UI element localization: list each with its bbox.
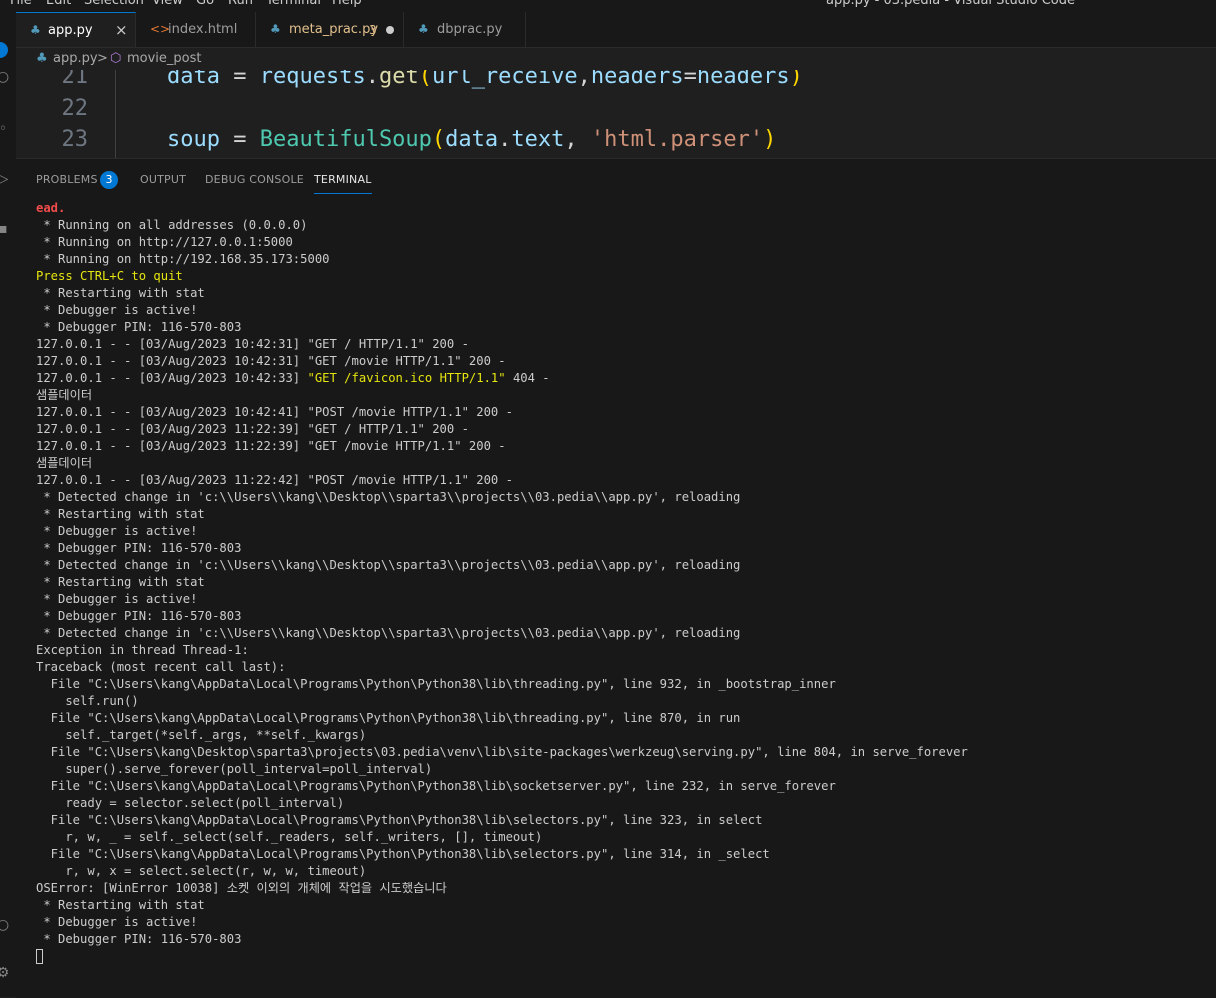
tab-debug-console[interactable]: DEBUG CONSOLE [205,173,304,187]
code-line[interactable]: data = requests.get(url_receive,headers=… [167,70,803,89]
source-control-icon[interactable]: ◦ [0,120,12,138]
terminal-line: * Debugger PIN: 116-570-803 [36,320,242,334]
terminal-line: * Restarting with stat [36,575,205,589]
terminal-line: File "C:\Users\kang\AppData\Local\Progra… [36,813,763,827]
panel-tab-bar: PROBLEMS 3 OUTPUT DEBUG CONSOLE TERMINAL [16,159,1216,197]
breadcrumb-file[interactable]: app.py [53,51,98,67]
terminal-line: 샘플데이터 [36,456,93,470]
bottom-panel: PROBLEMS 3 OUTPUT DEBUG CONSOLE TERMINAL… [16,158,1216,998]
menu-run[interactable]: Run [228,0,253,8]
terminal-line: 127.0.0.1 - - [03/Aug/2023 11:22:39] "GE… [36,422,469,436]
terminal-line: * Debugger PIN: 116-570-803 [36,932,242,946]
menu-view[interactable]: View [152,0,183,8]
python-file-icon: ♣ [30,23,41,37]
tab-label: app.py [48,23,93,38]
tab-label: dbprac.py [437,22,503,37]
terminal-line: r, w, x = select.select(r, w, w, timeout… [36,864,367,878]
indent-guide [115,70,116,158]
method-icon: ⬡ [110,51,122,66]
terminal-line: * Restarting with stat [36,286,205,300]
tab-problems[interactable]: PROBLEMS [36,173,98,187]
tab-app-py[interactable]: ♣ app.py × [16,12,136,47]
menu-help[interactable]: Help [332,0,362,8]
terminal-line: * Restarting with stat [36,507,205,521]
activity-bar: ○ ◦ ▷ ▪ ○ ⚙ [0,12,17,997]
menu-file[interactable]: File [10,0,32,8]
menu-selection[interactable]: Selection [84,0,144,8]
terminal-line: 127.0.0.1 - - [03/Aug/2023 10:42:31] "GE… [36,337,469,351]
tab-label: meta_prac.py [289,22,379,37]
window-title: app.py - 03.pedia - Visual Studio Code [826,0,1075,8]
editor-tab-bar: ♣ app.py × <> index.html ♣ meta_prac.py … [16,12,1216,48]
terminal-line: 샘플데이터 [36,388,93,402]
terminal-line: r, w, _ = self._select(self._readers, se… [36,830,543,844]
terminal-line: self.run() [36,694,139,708]
menu-terminal[interactable]: Terminal [266,0,321,8]
terminal-line: * Detected change in 'c:\\Users\\kang\\D… [36,558,741,572]
terminal-cursor [36,949,43,964]
terminal-line: * Running on http://127.0.0.1:5000 [36,235,293,249]
code-line[interactable]: soup = BeautifulSoup(data.text, 'html.pa… [167,127,776,152]
code-editor[interactable]: 21 data = requests.get(url_receive,heade… [16,70,1216,158]
search-icon[interactable]: ○ [0,68,12,86]
account-icon[interactable]: ○ [0,916,12,934]
terminal-line: 127.0.0.1 - - [03/Aug/2023 10:42:31] "GE… [36,354,506,368]
terminal-line: * Debugger is active! [36,303,198,317]
extensions-icon[interactable]: ▪ [0,220,12,238]
terminal-line: File "C:\Users\kang\AppData\Local\Progra… [36,677,836,691]
tab-meta-prac-py[interactable]: ♣ meta_prac.py 3 [256,12,404,47]
terminal-line: * Debugger is active! [36,915,198,929]
modified-dot-icon[interactable] [386,26,394,34]
breadcrumb-separator: > [97,51,108,66]
terminal-line: * Running on all addresses (0.0.0.0) [36,218,308,232]
terminal-line: * Running on http://192.168.35.173:5000 [36,252,330,266]
terminal-line: super().serve_forever(poll_interval=poll… [36,762,433,776]
python-file-icon: ♣ [270,22,281,36]
python-file-icon: ♣ [418,22,429,36]
terminal-line: * Debugger PIN: 116-570-803 [36,541,242,555]
terminal-line: ead. [36,201,66,215]
terminal-line: File "C:\Users\kang\AppData\Local\Progra… [36,711,741,725]
terminal-line: * Detected change in 'c:\\Users\\kang\\D… [36,490,741,504]
terminal-line: * Debugger is active! [36,524,198,538]
terminal-line: 127.0.0.1 - - [03/Aug/2023 10:42:33] "GE… [36,371,550,385]
terminal-highlight: "GET /favicon.ico HTTP/1.1" [307,371,506,385]
terminal-line: * Debugger is active! [36,592,198,606]
line-number: 21 [61,70,89,89]
close-icon[interactable]: × [115,21,128,39]
menu-edit[interactable]: Edit [46,0,71,8]
terminal-line: File "C:\Users\kang\AppData\Local\Progra… [36,779,836,793]
terminal-line: Traceback (most recent call last): [36,660,286,674]
menu-bar: File Edit Selection View Go Run Terminal… [0,0,1216,12]
terminal-line: ready = selector.select(poll_interval) [36,796,345,810]
terminal-line: 127.0.0.1 - - [03/Aug/2023 10:42:41] "PO… [36,405,513,419]
terminal-line: Exception in thread Thread-1: [36,643,249,657]
problems-count: 3 [369,23,377,37]
breadcrumb-symbol[interactable]: movie_post [127,51,202,67]
tab-terminal[interactable]: TERMINAL [314,173,372,194]
terminal-line: self._target(*self._args, **self._kwargs… [36,728,367,742]
problems-badge: 3 [100,171,118,189]
menu-go[interactable]: Go [196,0,214,8]
explorer-badge [0,42,8,58]
terminal-line: Press CTRL+C to quit [36,269,183,283]
python-file-icon: ♣ [36,51,48,66]
gear-icon[interactable]: ⚙ [0,964,12,982]
tab-index-html[interactable]: <> index.html [136,12,256,47]
terminal-line: File "C:\Users\kang\AppData\Local\Progra… [36,847,770,861]
terminal-line: * Debugger PIN: 116-570-803 [36,609,242,623]
line-number: 23 [61,127,89,152]
terminal-line: * Detected change in 'c:\\Users\\kang\\D… [36,626,741,640]
terminal-line: 127.0.0.1 - - [03/Aug/2023 11:22:39] "GE… [36,439,506,453]
terminal-line: * Restarting with stat [36,898,205,912]
terminal-line: 127.0.0.1 - - [03/Aug/2023 11:22:42] "PO… [36,473,513,487]
tab-label: index.html [168,22,238,37]
tab-output[interactable]: OUTPUT [140,173,186,187]
terminal-line: OSError: [WinError 10038] 소켓 이외의 개체에 작업을… [36,881,447,895]
breadcrumb: ♣ app.py > ⬡ movie_post [16,48,1216,70]
tab-dbprac-py[interactable]: ♣ dbprac.py [404,12,526,47]
run-debug-icon[interactable]: ▷ [0,170,12,188]
line-number: 22 [61,96,89,121]
terminal-line: File "C:\Users\kang\Desktop\sparta3\proj… [36,745,968,759]
